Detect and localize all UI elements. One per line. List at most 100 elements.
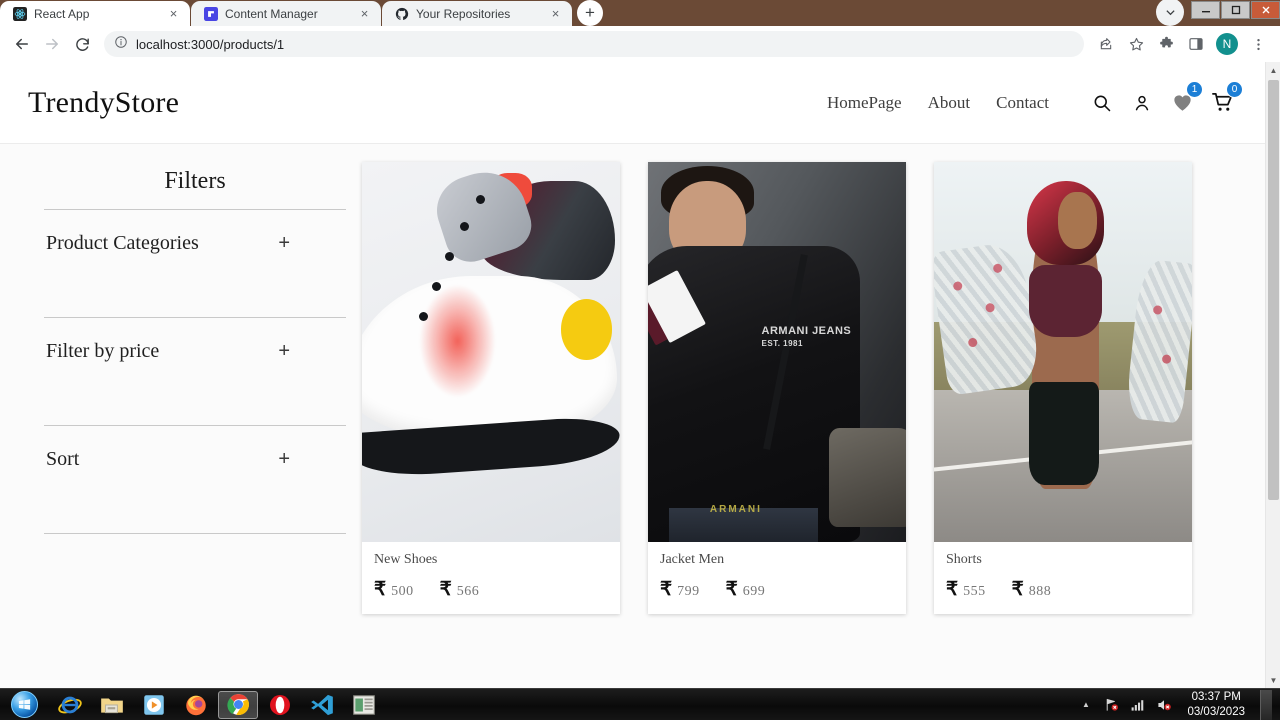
scroll-down-icon[interactable]: ▼ xyxy=(1266,672,1280,688)
browser-tab-content-manager[interactable]: Content Manager × xyxy=(191,1,381,26)
search-icon[interactable] xyxy=(1089,90,1115,116)
filters-heading: Filters xyxy=(164,168,226,194)
close-icon[interactable]: × xyxy=(357,7,372,20)
scrollbar-thumb[interactable] xyxy=(1268,80,1279,500)
avatar[interactable]: N xyxy=(1216,33,1238,55)
facet-filter-by-price[interactable]: Filter by price + xyxy=(44,318,346,425)
volume-muted-icon[interactable] xyxy=(1155,696,1172,713)
price-row: ₹ 799 ₹ 699 xyxy=(660,578,894,601)
jacket-hem-text: ARMANI xyxy=(709,504,762,516)
new-tab-button[interactable]: + xyxy=(577,0,603,26)
filters-sidebar: Filters Product Categories + Filter by p… xyxy=(26,162,356,688)
jacket-est-text: EST. 1981 xyxy=(761,339,803,349)
price-row: ₹ 500 ₹ 566 xyxy=(374,578,608,601)
clock-date: 03/03/2023 xyxy=(1187,705,1245,718)
forward-icon[interactable] xyxy=(38,30,66,58)
nav-link-about[interactable]: About xyxy=(928,93,971,113)
maximize-button[interactable] xyxy=(1221,1,1250,19)
rupee-icon: ₹ xyxy=(725,579,738,600)
show-desktop-button[interactable] xyxy=(1260,689,1272,720)
star-icon[interactable] xyxy=(1122,30,1150,58)
taskbar-app-visual-studio-code[interactable] xyxy=(302,691,342,719)
rupee-icon: ₹ xyxy=(439,579,452,600)
taskbar-app-file-explorer[interactable] xyxy=(92,691,132,719)
tab-title: Content Manager xyxy=(225,6,318,21)
woman-on-road-photo[interactable] xyxy=(934,162,1192,542)
plus-icon[interactable]: + xyxy=(278,340,344,363)
browser-window: React App × Content Manager × Your Repos… xyxy=(0,0,1280,688)
page-content: Filters Product Categories + Filter by p… xyxy=(0,144,1265,688)
price-value: 888 xyxy=(1028,584,1052,599)
taskbar-app-internet-explorer[interactable] xyxy=(50,691,90,719)
windows-start-orb xyxy=(10,691,38,718)
browser-toolbar: localhost:3000/products/1 N xyxy=(0,26,1280,62)
taskbar-app-window-app[interactable] xyxy=(344,691,384,719)
info-icon[interactable] xyxy=(114,35,128,54)
side-panel-icon[interactable] xyxy=(1182,30,1210,58)
signal-bars-icon[interactable] xyxy=(1129,696,1146,713)
product-card[interactable]: Shorts ₹ 555 ₹ 888 xyxy=(934,162,1192,614)
toolbar-actions: N xyxy=(1092,30,1272,58)
system-tray: ▲ 03:37 PM 03/03/2023 xyxy=(1077,689,1276,720)
show-hidden-icons-button[interactable]: ▲ xyxy=(1077,696,1094,713)
cart-icon[interactable]: 0 xyxy=(1209,80,1243,116)
product-card[interactable]: ARMANI JEANS EST. 1981 ARMANI Jacket Men xyxy=(648,162,906,614)
puzzle-icon[interactable] xyxy=(1152,30,1180,58)
taskbar-app-google-chrome[interactable] xyxy=(218,690,258,719)
price-value: 699 xyxy=(742,584,766,599)
facet-label: Product Categories xyxy=(46,232,199,254)
window-controls-area xyxy=(1156,0,1280,26)
address-bar[interactable]: localhost:3000/products/1 xyxy=(104,31,1084,57)
white-sneaker-photo[interactable] xyxy=(362,162,620,542)
start-button[interactable] xyxy=(4,690,44,720)
back-icon[interactable] xyxy=(8,30,36,58)
taskbar-app-opera[interactable] xyxy=(260,691,300,719)
plus-icon[interactable]: + xyxy=(278,232,344,255)
price-value: 566 xyxy=(456,584,480,599)
rupee-icon: ₹ xyxy=(946,579,959,600)
facet-product-categories[interactable]: Product Categories + xyxy=(44,210,346,317)
jacket-brand-text: ARMANI JEANS xyxy=(761,325,852,338)
main-nav: HomePage About Contact 1 0 xyxy=(827,80,1243,116)
github-icon xyxy=(394,6,409,21)
facet-sort[interactable]: Sort + xyxy=(44,426,346,533)
share-icon[interactable] xyxy=(1092,30,1120,58)
close-button[interactable] xyxy=(1251,1,1280,19)
person-icon[interactable] xyxy=(1129,90,1155,116)
tab-title: Your Repositories xyxy=(416,6,511,21)
web-page: TrendyStore HomePage About Contact 1 0 F… xyxy=(0,62,1265,688)
product-name: Jacket Men xyxy=(660,552,725,567)
product-grid: New Shoes ₹ 500 ₹ 566 ARMANI JEANS EST. … xyxy=(356,162,1239,688)
plus-icon[interactable]: + xyxy=(278,448,344,471)
close-icon[interactable]: × xyxy=(166,7,181,20)
scroll-up-icon[interactable]: ▲ xyxy=(1266,62,1280,78)
reload-icon[interactable] xyxy=(68,30,96,58)
facet-label: Sort xyxy=(46,448,80,470)
heart-icon[interactable]: 1 xyxy=(1169,80,1203,116)
nav-link-homepage[interactable]: HomePage xyxy=(827,93,902,113)
chevron-down-icon[interactable] xyxy=(1156,0,1184,26)
price-original: ₹ 555 xyxy=(946,578,986,601)
minimize-button[interactable] xyxy=(1191,1,1220,19)
price-current: ₹ 566 xyxy=(440,578,480,601)
taskbar-clock[interactable]: 03:37 PM 03/03/2023 xyxy=(1181,690,1251,719)
rupee-icon: ₹ xyxy=(374,579,387,600)
browser-tab-react-app[interactable]: React App × xyxy=(0,1,190,26)
network-error-icon[interactable] xyxy=(1103,696,1120,713)
content-manager-icon xyxy=(203,6,218,21)
tab-title: React App xyxy=(34,6,90,21)
page-scrollbar[interactable]: ▲ ▼ xyxy=(1265,62,1280,688)
black-leather-jacket-photo[interactable]: ARMANI JEANS EST. 1981 ARMANI xyxy=(648,162,906,542)
site-logo[interactable]: TrendyStore xyxy=(28,86,179,120)
close-icon[interactable]: × xyxy=(548,7,563,20)
taskbar-app-firefox[interactable] xyxy=(176,691,216,719)
clock-time: 03:37 PM xyxy=(1191,690,1241,703)
taskbar-app-windows-media-player[interactable] xyxy=(134,691,174,719)
divider xyxy=(44,533,346,534)
tab-strip: React App × Content Manager × Your Repos… xyxy=(0,0,603,26)
price-value: 555 xyxy=(963,584,986,599)
browser-tab-your-repositories[interactable]: Your Repositories × xyxy=(382,1,572,26)
product-card[interactable]: New Shoes ₹ 500 ₹ 566 xyxy=(362,162,620,614)
three-dot-menu-icon[interactable] xyxy=(1244,30,1272,58)
nav-link-contact[interactable]: Contact xyxy=(996,93,1049,113)
